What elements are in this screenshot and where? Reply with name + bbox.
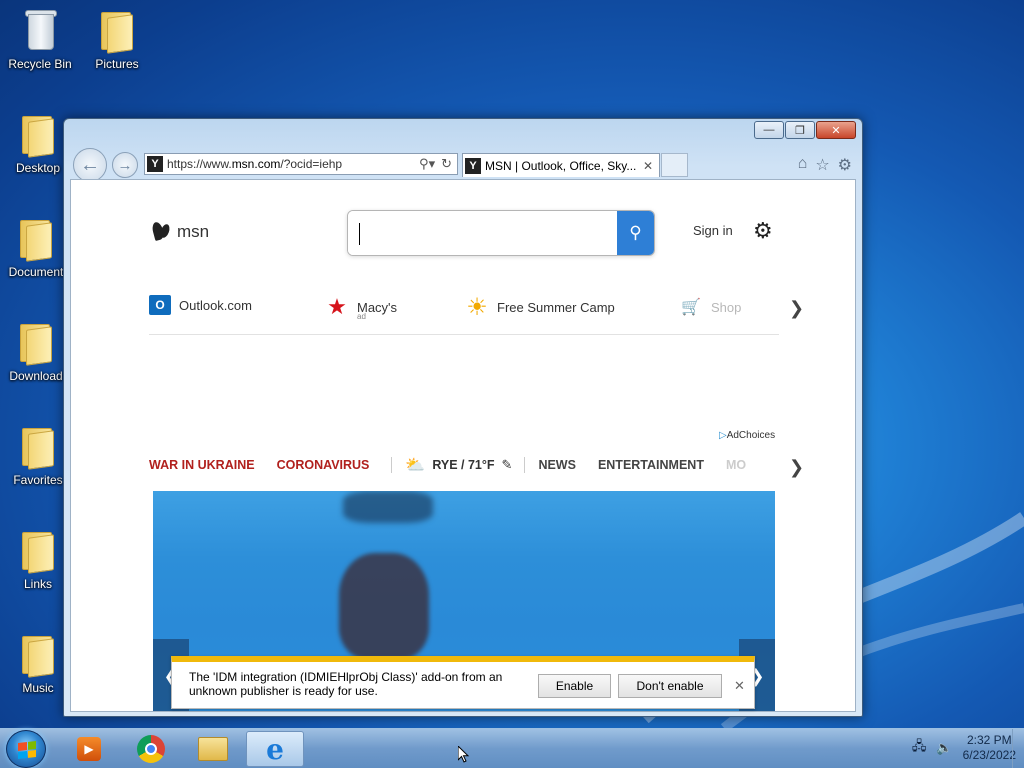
nav-next-chevron-icon[interactable]: ❯ — [789, 457, 804, 478]
ad-label: ad — [357, 312, 366, 321]
search-button[interactable]: ⚲ — [617, 211, 654, 255]
taskbar-chrome[interactable] — [122, 731, 180, 767]
taskbar: ▶ e 🖧 🔈 2:32 PM 6/23/2022 — [0, 728, 1024, 768]
recycle-bin-icon — [16, 6, 64, 54]
category-nav: WAR IN UKRAINE CORONAVIRUS ⛅ RYE / 71°F … — [149, 454, 775, 476]
msn-logo[interactable]: msn — [151, 220, 209, 244]
minimize-button[interactable]: — — [754, 121, 784, 139]
mouse-cursor-icon — [458, 746, 470, 763]
internet-explorer-icon: e — [266, 732, 284, 766]
nav-more[interactable]: MO — [726, 458, 746, 472]
partly-sunny-icon: ⛅ — [405, 457, 426, 474]
forward-arrow-icon: → — [117, 156, 133, 174]
enable-button[interactable]: Enable — [538, 674, 611, 698]
nav-weather[interactable]: ⛅ RYE / 71°F ✎ — [405, 455, 512, 475]
search-input[interactable] — [348, 211, 617, 255]
settings-gear-icon[interactable]: ⚙ — [753, 218, 773, 244]
msn-favicon-icon: Y — [465, 157, 481, 174]
adchoices-icon: ▷ — [719, 430, 727, 441]
close-button[interactable]: ✕ — [816, 121, 856, 139]
folder-icon — [14, 630, 62, 678]
clock-date: 6/23/2022 — [962, 748, 1016, 762]
msn-logo-text: msn — [177, 222, 210, 241]
shortcut-free-summer-camp[interactable]: ☀ Free Summer Camp — [465, 293, 615, 321]
back-button[interactable]: ← — [73, 148, 107, 182]
file-explorer-icon — [198, 737, 228, 761]
outlook-icon: O — [149, 295, 171, 315]
desktop-icon-pictures[interactable]: Pictures — [77, 6, 157, 71]
system-tray: 🖧 🔈 2:32 PM 6/23/2022 — [912, 733, 1016, 763]
chrome-icon — [137, 735, 165, 763]
favorites-star-icon[interactable]: ☆ — [815, 155, 829, 175]
desktop-icon-label: Pictures — [95, 57, 139, 71]
window-controls: — ❐ ✕ — [754, 121, 856, 139]
macys-star-icon: ★ — [327, 294, 347, 319]
msn-butterfly-icon — [151, 220, 173, 244]
taskbar-internet-explorer[interactable]: e — [246, 731, 304, 767]
folder-icon — [14, 422, 62, 470]
msn-favicon-icon: Y — [147, 156, 163, 172]
folder-icon — [14, 110, 62, 158]
network-icon[interactable]: 🖧 — [912, 737, 927, 759]
volume-icon[interactable]: 🔈 — [936, 740, 952, 756]
page-content: msn ⚲ Sign in ⚙ O Outlook.com ★ Macy's a… — [70, 179, 856, 712]
folder-icon — [14, 526, 62, 574]
nav-divider — [391, 457, 393, 473]
folder-icon — [12, 214, 60, 262]
new-tab-button[interactable] — [661, 153, 688, 177]
shortcuts-bar: O Outlook.com ★ Macy's ad ☀ Free Summer … — [149, 293, 779, 335]
desktop-icon-recycle-bin[interactable]: Recycle Bin — [0, 6, 80, 71]
weather-text: RYE / 71°F — [432, 458, 495, 472]
show-desktop-button[interactable] — [1012, 729, 1024, 768]
clock[interactable]: 2:32 PM 6/23/2022 — [963, 733, 1016, 763]
nav-war-in-ukraine[interactable]: WAR IN UKRAINE — [149, 458, 255, 472]
shortcut-label: Outlook.com — [179, 297, 252, 313]
nav-coronavirus[interactable]: CORONAVIRUS — [277, 458, 370, 472]
sign-in-link[interactable]: Sign in — [693, 223, 733, 238]
cart-icon: 🛒 — [681, 299, 701, 316]
notification-close-icon[interactable]: ✕ — [734, 678, 745, 694]
search-icon: ⚲ — [629, 223, 642, 242]
taskbar-file-explorer[interactable] — [184, 731, 242, 767]
home-icon[interactable]: ⌂ — [798, 155, 808, 175]
nav-divider — [524, 457, 526, 473]
tools-gear-icon[interactable]: ⚙ — [838, 155, 852, 175]
tab-close-icon[interactable]: ✕ — [643, 159, 659, 173]
shortcut-outlook[interactable]: O Outlook.com — [149, 295, 252, 315]
refresh-icon[interactable]: ↻ — [441, 156, 452, 172]
shortcut-label: Free Summer Camp — [497, 299, 615, 315]
adchoices-link[interactable]: ▷AdChoices — [719, 430, 775, 441]
shortcut-macys[interactable]: ★ Macy's ad — [325, 294, 397, 321]
text-caret — [359, 223, 360, 245]
nav-entertainment[interactable]: ENTERTAINMENT — [598, 458, 704, 472]
addon-notification-bar: The 'IDM integration (IDMIEHlprObj Class… — [171, 656, 755, 709]
taskbar-media-player[interactable]: ▶ — [60, 731, 118, 767]
desktop-icon-label: Recycle Bin — [8, 57, 72, 71]
forward-button[interactable]: → — [112, 152, 138, 178]
tab-msn[interactable]: Y MSN | Outlook, Office, Sky... ✕ — [462, 153, 660, 177]
shortcut-label: Shop — [711, 299, 742, 315]
address-bar[interactable]: Y https://www.msn.com/?ocid=iehp ⚲▾ ↻ — [144, 153, 458, 175]
ie-window: — ❐ ✕ ← → Y https://www.msn.com/?ocid=ie… — [63, 118, 863, 717]
search-box: ⚲ — [347, 210, 655, 256]
address-url[interactable]: https://www.msn.com/?ocid=iehp — [167, 157, 419, 171]
nav-news[interactable]: NEWS — [538, 458, 576, 472]
shortcuts-next-chevron-icon[interactable]: ❯ — [789, 298, 804, 319]
folder-icon — [12, 318, 60, 366]
media-player-icon: ▶ — [77, 737, 101, 761]
edit-pencil-icon[interactable]: ✎ — [502, 457, 513, 473]
folder-icon — [93, 6, 141, 54]
notification-message: The 'IDM integration (IDMIEHlprObj Class… — [189, 670, 503, 698]
search-dropdown-icon[interactable]: ⚲▾ — [419, 156, 435, 172]
clock-time: 2:32 PM — [966, 733, 1012, 747]
tab-title: MSN | Outlook, Office, Sky... — [485, 158, 637, 173]
shortcut-shop[interactable]: 🛒 Shop — [679, 295, 741, 319]
windows-logo-icon — [18, 741, 36, 759]
dont-enable-button[interactable]: Don't enable — [618, 674, 722, 698]
restore-button[interactable]: ❐ — [785, 121, 815, 139]
sun-icon: ☀ — [466, 293, 488, 321]
back-arrow-icon: ← — [80, 153, 100, 176]
start-button[interactable] — [6, 730, 46, 768]
